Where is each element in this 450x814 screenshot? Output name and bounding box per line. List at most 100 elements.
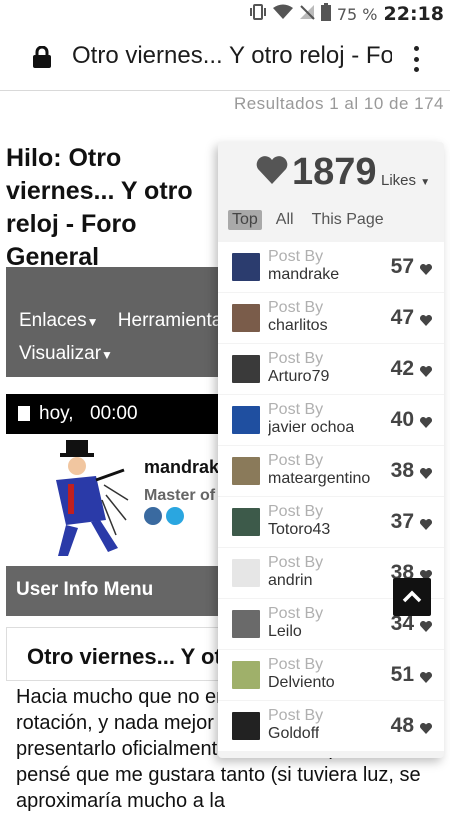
liker-name[interactable]: mandrake: [268, 266, 339, 284]
heart-icon: [419, 619, 433, 632]
heart-icon: [419, 466, 433, 479]
user-avatar: [232, 610, 260, 638]
liker-name[interactable]: javier ochoa: [268, 419, 354, 437]
heart-icon: [419, 517, 433, 530]
liker-name[interactable]: Goldoff: [268, 725, 319, 743]
user-avatar[interactable]: [36, 440, 132, 560]
heart-icon: [419, 415, 433, 428]
heart-icon: [419, 262, 433, 275]
tab-all[interactable]: All: [272, 210, 298, 230]
heart-icon: [419, 313, 433, 326]
user-avatar: [232, 508, 260, 536]
enlaces-label: Enlaces: [19, 310, 87, 331]
user-info-menu[interactable]: User Info Menu: [6, 566, 246, 616]
user-avatar: [232, 457, 260, 485]
post-date-bar: hoy, 00:00: [6, 394, 246, 434]
user-info-menu-label: User Info Menu: [16, 579, 154, 600]
heart-icon: [419, 721, 433, 734]
post-by-label: Post By: [268, 350, 324, 367]
post-by-label: Post By: [268, 707, 324, 724]
user-badge-icon: [144, 507, 162, 525]
post-by-label: Post By: [268, 452, 324, 469]
no-signal-icon: [299, 4, 315, 24]
liker-name[interactable]: Leilo: [268, 623, 302, 641]
clock: 22:18: [383, 3, 444, 25]
likes-popup: 1879 Likes ▼ Top All This Page Post By ma…: [218, 142, 444, 758]
wifi-icon: [272, 4, 293, 24]
like-count: 48: [390, 714, 414, 737]
user-avatar: [232, 304, 260, 332]
status-bar: 75 % 22:18: [0, 0, 450, 28]
caret-down-icon: ▼: [86, 315, 99, 329]
liker-name[interactable]: charlitos: [268, 317, 328, 335]
user-rank: Master of: [144, 487, 216, 504]
user-avatar: [232, 253, 260, 281]
post-time: 00:00: [90, 403, 138, 424]
post-by-label: Post By: [268, 656, 324, 673]
likes-row[interactable]: Post By Arturo79 42: [218, 344, 444, 394]
heart-icon: [256, 156, 288, 184]
thread-toolbar: Enlaces▼ Herramientas Visualizar▼: [6, 267, 246, 377]
tab-this-page[interactable]: This Page: [308, 210, 388, 230]
likes-row[interactable]: Post By Goldoff 48: [218, 701, 444, 751]
post-by-label: Post By: [268, 401, 324, 418]
post-by-label: Post By: [268, 299, 324, 316]
liker-name[interactable]: Arturo79: [268, 368, 329, 386]
back-to-top-button[interactable]: [393, 578, 431, 616]
heart-icon: [419, 364, 433, 377]
likes-row[interactable]: Post By Delviento 51: [218, 650, 444, 700]
likes-total: 1879: [292, 151, 377, 193]
post-by-label: Post By: [268, 605, 324, 622]
user-badges: [144, 507, 184, 525]
user-avatar: [232, 559, 260, 587]
document-icon: [18, 406, 30, 421]
dot-icon: [413, 46, 419, 51]
post-by-label: Post By: [268, 554, 324, 571]
post-by-label: Post By: [268, 248, 324, 265]
user-avatar: [232, 712, 260, 740]
likes-row[interactable]: Post By charlitos 47: [218, 293, 444, 343]
post-day: hoy,: [39, 403, 74, 424]
like-count: 40: [390, 408, 414, 431]
browser-address-bar[interactable]: Otro viernes... Y otro reloj - Foro Gene…: [0, 28, 450, 91]
tab-top[interactable]: Top: [228, 210, 262, 230]
like-count: 47: [390, 306, 414, 329]
likes-row[interactable]: Post By mandrake 57: [218, 242, 444, 292]
likes-list: Post By mandrake 57 Post By charlitos 47 Post …: [218, 242, 444, 752]
skype-icon[interactable]: [166, 507, 184, 525]
results-counter: Resultados 1 al 10 de 174: [233, 94, 444, 113]
user-avatar: [232, 661, 260, 689]
visualizar-label: Visualizar: [19, 343, 102, 364]
likes-row[interactable]: Post By Totoro43 37: [218, 497, 444, 547]
caret-down-icon: ▼: [420, 177, 431, 188]
herramientas-menu[interactable]: Herramientas: [118, 310, 232, 331]
battery-level: 75 %: [336, 4, 378, 24]
heart-icon: [419, 670, 433, 683]
lock-icon: [32, 45, 52, 68]
like-count: 38: [390, 459, 414, 482]
user-avatar: [232, 355, 260, 383]
liker-name[interactable]: mateargentino: [268, 470, 370, 488]
enlaces-menu[interactable]: Enlaces▼: [19, 310, 113, 331]
likes-tabs: Top All This Page: [228, 210, 388, 230]
page-tab-title[interactable]: Otro viernes... Y otro reloj - Foro Gene…: [72, 42, 392, 70]
thread-title: Hilo: Otro viernes... Y otro reloj - For…: [6, 144, 193, 271]
likes-dropdown[interactable]: Likes ▼: [381, 172, 430, 189]
likes-row[interactable]: Post By mateargentino 38: [218, 446, 444, 496]
likes-row[interactable]: Post By javier ochoa 40: [218, 395, 444, 445]
liker-name[interactable]: Delviento: [268, 674, 335, 692]
like-count: 51: [390, 663, 414, 686]
liker-name[interactable]: andrin: [268, 572, 312, 590]
post-by-label: Post By: [268, 503, 324, 520]
liker-name[interactable]: Totoro43: [268, 521, 330, 539]
like-count: 42: [390, 357, 414, 380]
battery-icon: [320, 3, 331, 25]
post-title-box: Otro viernes... Y otro reloj: [6, 627, 296, 681]
vibrate-icon: [249, 4, 267, 24]
browser-menu-button[interactable]: [412, 46, 420, 72]
user-name[interactable]: mandrake: [144, 457, 229, 478]
visualizar-menu[interactable]: Visualizar▼: [19, 343, 127, 364]
likes-header[interactable]: 1879 Likes ▼: [218, 142, 444, 202]
caret-down-icon: ▼: [101, 348, 113, 362]
like-count: 57: [390, 255, 414, 278]
